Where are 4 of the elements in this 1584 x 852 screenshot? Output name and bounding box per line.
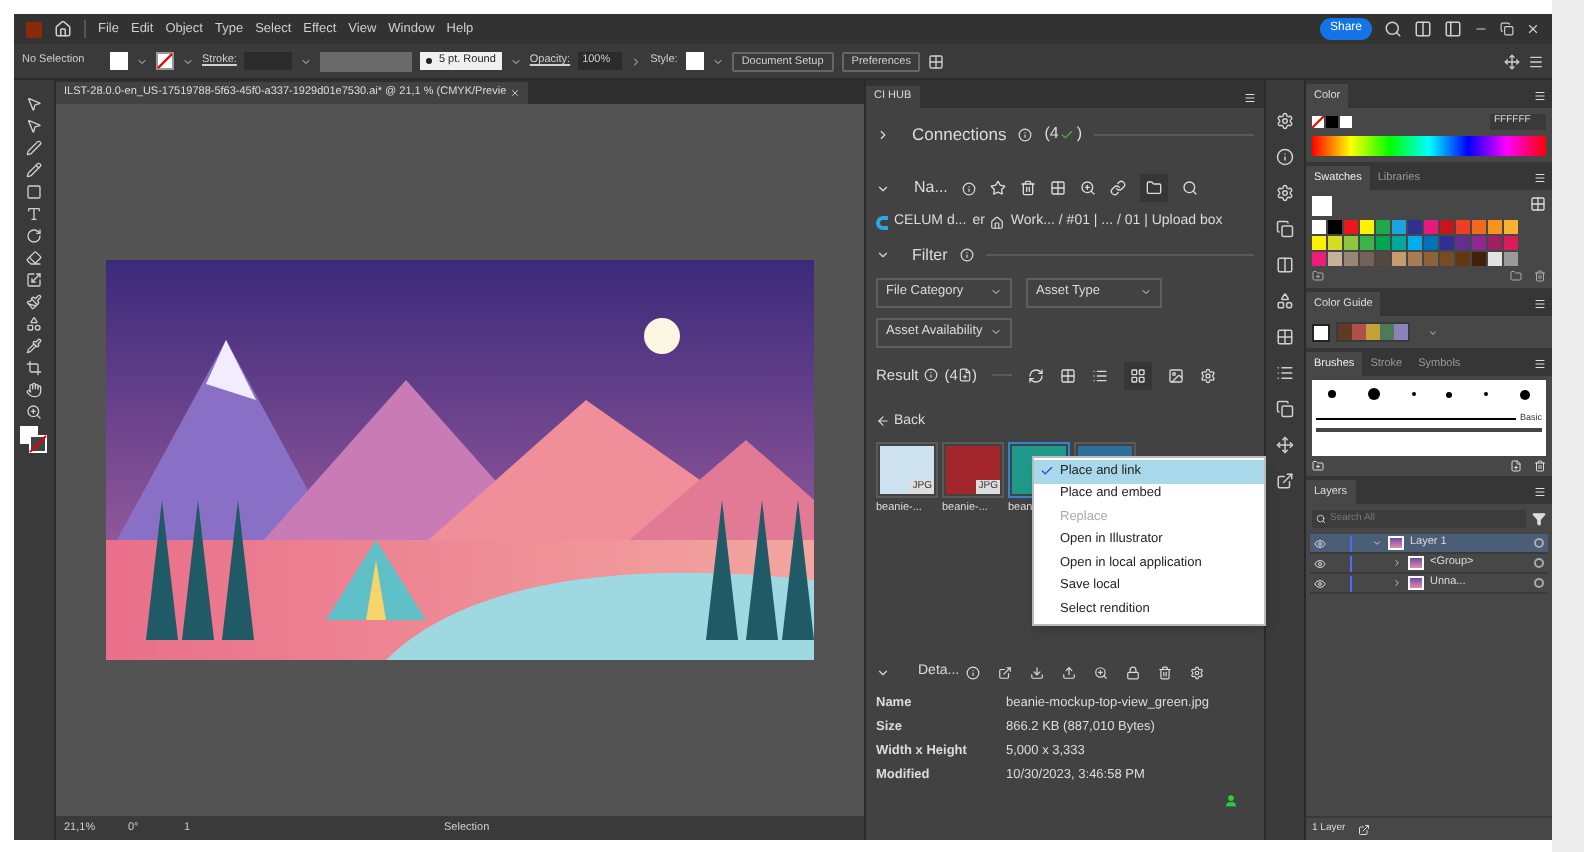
section-title: Na... <box>914 176 948 200</box>
connection-count: (4 ) <box>1044 122 1083 146</box>
section-title: Filter <box>912 243 948 267</box>
section-title: Connections <box>912 121 1007 147</box>
